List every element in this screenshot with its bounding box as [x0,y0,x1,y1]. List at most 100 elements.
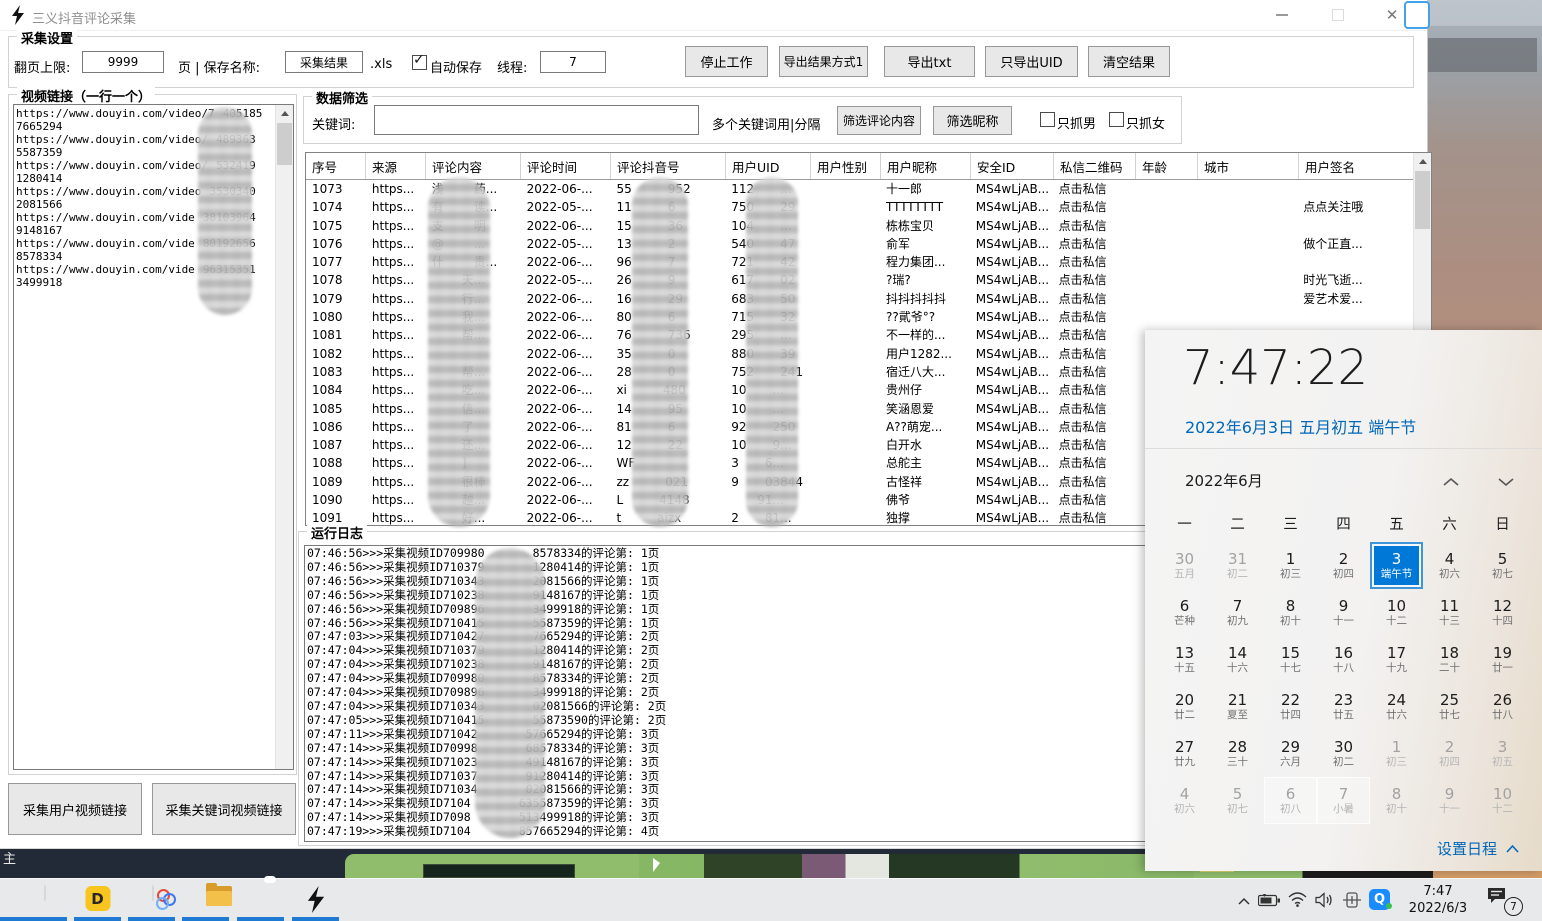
keyword-input[interactable] [374,105,699,135]
calendar-day[interactable]: 30五月 [1158,542,1211,589]
calendar-day[interactable]: 2初四 [1317,542,1370,589]
taskbar-browser[interactable] [233,879,288,921]
column-header-7[interactable]: 用户性别 [811,153,881,179]
cell-dm-link[interactable]: 点击私信 [1053,290,1135,308]
cell-dm-link[interactable]: 点击私信 [1053,400,1135,418]
stop-work-button[interactable]: 停止工作 [685,46,768,77]
cell-dm-link[interactable]: 点击私信 [1053,235,1135,253]
calendar-day[interactable]: 6初八 [1264,777,1317,824]
taskbar-app-2[interactable]: D [70,879,125,921]
cell-dm-link[interactable]: 点击私信 [1053,253,1135,271]
column-header-1[interactable]: 序号 [306,153,366,179]
calendar-day[interactable]: 28三十 [1211,730,1264,777]
calendar-day[interactable]: 6芒种 [1158,589,1211,636]
calendar-day[interactable]: 15十七 [1264,636,1317,683]
calendar-day[interactable]: 22廿四 [1264,683,1317,730]
links-scroll-thumb[interactable] [277,123,292,165]
calendar-day[interactable]: 12十四 [1476,589,1529,636]
calendar-day[interactable]: 13十五 [1158,636,1211,683]
calendar-day[interactable]: 29六月 [1264,730,1317,777]
calendar-next-month-icon[interactable] [1497,476,1515,491]
thread-input[interactable] [540,51,606,73]
clear-results-button[interactable]: 清空结果 [1088,46,1170,77]
column-header-4[interactable]: 评论时间 [521,153,611,179]
cell-dm-link[interactable]: 点击私信 [1053,308,1135,326]
cell-dm-link[interactable]: 点击私信 [1053,473,1135,491]
video-links-listbox[interactable]: https://www.douyin.com/video/74051857665… [13,104,294,770]
calendar-day[interactable]: 7初九 [1211,589,1264,636]
column-header-3[interactable]: 评论内容 [426,153,521,179]
column-header-9[interactable]: 安全ID [971,153,1054,179]
calendar-day[interactable]: 30初二 [1317,730,1370,777]
notification-center-button[interactable]: 7 [1487,887,1523,915]
cell-dm-link[interactable]: 点击私信 [1053,198,1135,216]
calendar-day[interactable]: 16十八 [1317,636,1370,683]
cell-dm-link[interactable]: 点击私信 [1053,271,1135,289]
cell-dm-link[interactable]: 点击私信 [1053,436,1135,454]
calendar-day[interactable]: 7小暑 [1317,777,1370,824]
filter-nickname-button[interactable]: 筛选昵称 [933,106,1012,135]
cell-dm-link[interactable]: 点击私信 [1053,363,1135,381]
run-log-box[interactable]: 07:46:56>>>采集视频ID7099808578334的评论第: 1页07… [304,545,1147,842]
cell-dm-link[interactable]: 点击私信 [1053,454,1135,472]
calendar-day[interactable]: 8初十 [1264,589,1317,636]
save-name-input[interactable] [285,51,363,73]
column-header-8[interactable]: 用户昵称 [881,153,971,179]
autosave-checkbox[interactable] [412,55,427,70]
calendar-day[interactable]: 1初三 [1264,542,1317,589]
export-result-mode1-button[interactable]: 导出结果方式1 [779,46,868,77]
calendar-day[interactable]: 4初六 [1423,542,1476,589]
clock-date-line[interactable]: 2022年6月3日 五月初五 端午节 [1185,414,1416,438]
calendar-day[interactable]: 4初六 [1158,777,1211,824]
cell-dm-link[interactable]: 点击私信 [1053,381,1135,399]
calendar-day[interactable]: 21夏至 [1211,683,1264,730]
volume-icon[interactable] [1315,892,1335,911]
calendar-day[interactable]: 24廿六 [1370,683,1423,730]
tray-clock[interactable]: 7:47 2022/6/3 [1406,883,1470,917]
calendar-day[interactable]: 10十二 [1370,589,1423,636]
calendar-month-label[interactable]: 2022年6月 [1185,470,1263,491]
qq-pinyin-tray-icon[interactable]: Q [1369,889,1390,910]
export-uid-only-button[interactable]: 只导出UID [985,46,1078,77]
titlebar[interactable]: 三义抖音评论采集 ✕ [0,0,1427,31]
taskbar-file-explorer[interactable] [178,879,233,921]
calendar-day[interactable]: 20廿二 [1158,683,1211,730]
calendar-day[interactable]: 25廿七 [1423,683,1476,730]
cell-dm-link[interactable]: 点击私信 [1053,217,1135,235]
calendar-prev-month-icon[interactable] [1442,476,1460,491]
table-scroll-thumb[interactable] [1415,171,1430,229]
calendar-day[interactable]: 17十九 [1370,636,1423,683]
cell-dm-link[interactable]: 点击私信 [1053,326,1135,344]
calendar-day[interactable]: 8初十 [1370,777,1423,824]
column-header-11[interactable]: 年龄 [1136,153,1198,179]
calendar-day[interactable]: 26廿八 [1476,683,1529,730]
scroll-up-icon[interactable] [1414,153,1431,170]
calendar-day[interactable]: 10十二 [1476,777,1529,824]
calendar-day-selected[interactable]: 3端午节 [1370,542,1423,589]
calendar-day[interactable]: 14十六 [1211,636,1264,683]
calendar-day[interactable]: 2初四 [1423,730,1476,777]
taskbar-lightning-app[interactable] [288,879,343,921]
device-tray-icon[interactable] [1343,892,1361,911]
column-header-6[interactable]: 用户UID [726,153,811,179]
calendar-day[interactable]: 11十三 [1423,589,1476,636]
taskbar-app-1[interactable] [16,879,71,921]
calendar-day[interactable]: 1初三 [1370,730,1423,777]
minimize-button[interactable] [1258,0,1306,30]
cell-dm-link[interactable]: 点击私信 [1053,509,1135,525]
cell-dm-link[interactable]: 点击私信 [1053,491,1135,509]
cell-dm-link[interactable]: 点击私信 [1053,180,1135,198]
column-header-12[interactable]: 城市 [1198,153,1299,179]
calendar-day[interactable]: 9十一 [1423,777,1476,824]
female-only-checkbox[interactable] [1109,112,1124,127]
set-schedule-link[interactable]: 设置日程 [1437,838,1520,859]
calendar-day[interactable]: 23廿五 [1317,683,1370,730]
tray-chevron-up-icon[interactable] [1237,895,1251,909]
calendar-day[interactable]: 18二十 [1423,636,1476,683]
battery-icon[interactable] [1258,894,1281,910]
calendar-day[interactable]: 9十一 [1317,589,1370,636]
column-header-5[interactable]: 评论抖音号 [611,153,726,179]
export-txt-button[interactable]: 导出txt [884,46,975,77]
column-header-13[interactable]: 用户签名 [1299,153,1416,179]
male-only-checkbox[interactable] [1040,112,1055,127]
